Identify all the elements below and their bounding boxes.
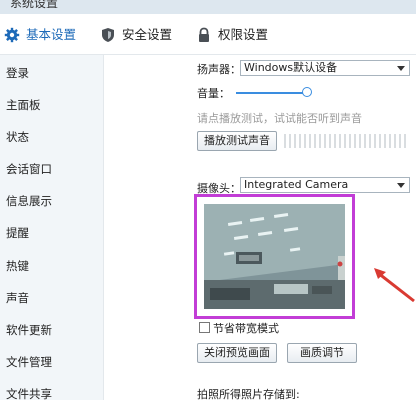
camera-preview-highlight [194, 194, 355, 319]
chevron-down-icon [397, 66, 405, 71]
window-titlebar[interactable]: 系统设置 [0, 0, 416, 14]
sidebar-item-status[interactable]: 状态 [6, 129, 29, 145]
sidebar-item-hotkeys[interactable]: 热键 [6, 258, 29, 274]
sidebar-item-info-display[interactable]: 信息展示 [6, 193, 52, 209]
speaker-label: 扬声器： [197, 63, 241, 76]
sidebar-item-software-update[interactable]: 软件更新 [6, 322, 52, 338]
chevron-down-icon [397, 183, 405, 188]
image-quality-button[interactable]: 画质调节 [287, 343, 357, 363]
sidebar-item-chat-window[interactable]: 会话窗口 [6, 161, 52, 177]
settings-tabbar: 基本设置 安全设置 权限设置 [0, 14, 416, 55]
volume-slider-handle[interactable] [302, 87, 312, 97]
sidebar-item-reminder[interactable]: 提醒 [6, 225, 29, 241]
lock-icon [199, 27, 209, 42]
tab-label: 安全设置 [122, 27, 173, 42]
play-test-hint: 请点播放测试，试试能否听到声音 [197, 112, 362, 125]
window-title: 系统设置 [10, 0, 59, 10]
speaker-select[interactable]: Windows默认设备 [240, 60, 410, 76]
sidebar: 登录 主面板 状态 会话窗口 信息展示 提醒 热键 声音 软件更新 文件管理 文… [0, 55, 104, 401]
tab-label: 基本设置 [26, 27, 77, 42]
sidebar-item-main-panel[interactable]: 主面板 [6, 97, 41, 113]
shield-icon [102, 28, 114, 42]
tab-security-settings[interactable]: 安全设置 [100, 24, 192, 46]
red-arrow-annotation-icon [374, 268, 415, 303]
sidebar-item-login[interactable]: 登录 [6, 65, 29, 81]
sidebar-item-file-management[interactable]: 文件管理 [6, 354, 52, 370]
office-ceiling-image [204, 204, 345, 309]
tab-basic-settings[interactable]: 基本设置 [4, 24, 96, 46]
bandwidth-saving-label: 节省带宽模式 [213, 322, 279, 335]
speaker-select-value: Windows默认设备 [244, 61, 338, 74]
tab-label: 权限设置 [218, 27, 269, 42]
audio-level-meter [284, 134, 408, 148]
play-test-sound-button[interactable]: 播放测试声音 [197, 131, 277, 151]
volume-slider-track[interactable] [236, 92, 308, 94]
camera-preview-image [204, 204, 345, 309]
close-preview-button[interactable]: 关闭预览画面 [197, 343, 277, 363]
sidebar-item-sound[interactable]: 声音 [6, 290, 29, 306]
volume-label: 音量： [197, 87, 230, 100]
camera-select-value: Integrated Camera [244, 178, 349, 191]
bandwidth-saving-checkbox[interactable] [199, 322, 210, 333]
gear-icon [4, 27, 20, 43]
camera-select[interactable]: Integrated Camera [240, 177, 410, 193]
tab-permission-settings[interactable]: 权限设置 [196, 24, 288, 46]
